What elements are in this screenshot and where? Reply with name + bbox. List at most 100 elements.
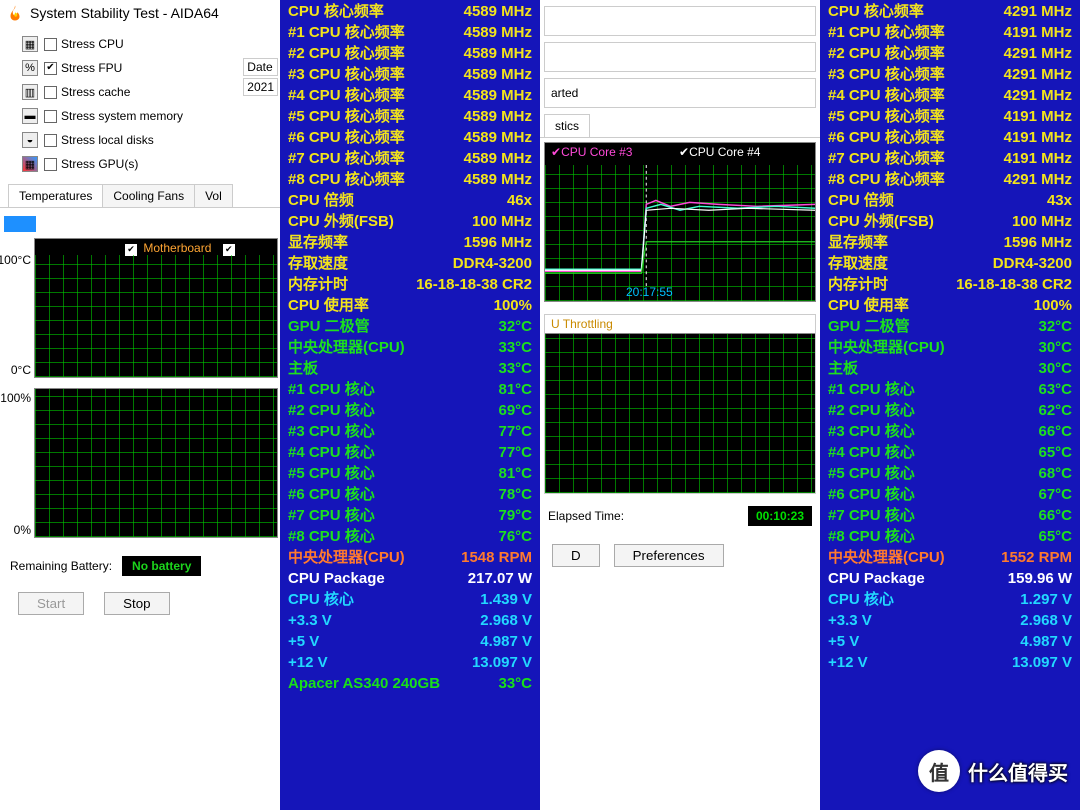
stat-row: 显存频率1596 MHz bbox=[288, 232, 532, 253]
preferences-button[interactable]: Preferences bbox=[614, 544, 724, 567]
stat-row: 中央处理器(CPU)30°C bbox=[828, 337, 1072, 358]
stress-cpu-checkbox[interactable] bbox=[44, 38, 57, 51]
stat-label: +5 V bbox=[828, 631, 986, 652]
stat-label: #5 CPU 核心频率 bbox=[288, 106, 446, 127]
stat-label: 主板 bbox=[288, 358, 446, 379]
stat-row: CPU 核心1.297 V bbox=[828, 589, 1072, 610]
stat-row: CPU 核心频率4291 MHz bbox=[828, 1, 1072, 22]
stat-row: 内存计时16-18-18-38 CR2 bbox=[288, 274, 532, 295]
stat-row: CPU Package217.07 W bbox=[288, 568, 532, 589]
stat-row: #2 CPU 核心频率4589 MHz bbox=[288, 43, 532, 64]
stat-row: #3 CPU 核心66°C bbox=[828, 421, 1072, 442]
date-box: Date 2021 bbox=[243, 58, 278, 98]
stat-row: #1 CPU 核心频率4191 MHz bbox=[828, 22, 1072, 43]
stat-label: 主板 bbox=[828, 358, 986, 379]
stat-row: #1 CPU 核心63°C bbox=[828, 379, 1072, 400]
core4-checkbox[interactable]: ✔ bbox=[679, 145, 689, 159]
sensor-list-item[interactable] bbox=[4, 216, 36, 232]
stat-label: #8 CPU 核心频率 bbox=[828, 169, 986, 190]
stat-label: CPU 外频(FSB) bbox=[828, 211, 986, 232]
start-button[interactable]: Start bbox=[18, 592, 84, 615]
stat-value: 32°C bbox=[446, 316, 532, 337]
stat-value: 69°C bbox=[446, 400, 532, 421]
stat-value: 81°C bbox=[446, 379, 532, 400]
stat-value: 77°C bbox=[446, 442, 532, 463]
stat-value: 79°C bbox=[446, 505, 532, 526]
stat-value: 2.968 V bbox=[986, 610, 1072, 631]
throttling-label: U Throttling bbox=[545, 315, 815, 333]
tab-temperatures[interactable]: Temperatures bbox=[8, 184, 103, 207]
stat-row: 中央处理器(CPU)1552 RPM bbox=[828, 547, 1072, 568]
stat-label: #7 CPU 核心频率 bbox=[288, 148, 446, 169]
stat-value: 30°C bbox=[986, 358, 1072, 379]
remaining-battery-row: Remaining Battery: No battery bbox=[0, 550, 280, 582]
stress-gpu-checkbox[interactable] bbox=[44, 158, 57, 171]
elapsed-value: 00:10:23 bbox=[748, 506, 812, 526]
stress-fpu-checkbox[interactable] bbox=[44, 62, 57, 75]
stat-value: 66°C bbox=[986, 505, 1072, 526]
d-button[interactable]: D bbox=[552, 544, 600, 567]
stat-value: 13.097 V bbox=[986, 652, 1072, 673]
stat-label: #4 CPU 核心 bbox=[828, 442, 986, 463]
memory-icon: ▬ bbox=[22, 108, 38, 124]
tab-cooling-fans[interactable]: Cooling Fans bbox=[102, 184, 195, 207]
stat-label: GPU 二极管 bbox=[288, 316, 446, 337]
top-field-1[interactable] bbox=[544, 6, 816, 36]
stat-value: 4191 MHz bbox=[986, 148, 1072, 169]
stat-value: 100% bbox=[446, 295, 532, 316]
stat-label: #1 CPU 核心频率 bbox=[828, 22, 986, 43]
stat-value: 4589 MHz bbox=[446, 64, 532, 85]
core3-legend: CPU Core #3 bbox=[561, 145, 632, 159]
stat-row: GPU 二极管32°C bbox=[828, 316, 1072, 337]
stat-row: #8 CPU 核心频率4589 MHz bbox=[288, 169, 532, 190]
stat-row: 内存计时16-18-18-38 CR2 bbox=[828, 274, 1072, 295]
stat-row: #7 CPU 核心66°C bbox=[828, 505, 1072, 526]
stat-label: #6 CPU 核心 bbox=[828, 484, 986, 505]
stat-value: 67°C bbox=[986, 484, 1072, 505]
core3-checkbox[interactable]: ✔ bbox=[551, 145, 561, 159]
stat-label: 中央处理器(CPU) bbox=[828, 337, 986, 358]
stress-fpu-row[interactable]: % Stress FPU bbox=[22, 56, 270, 80]
stress-mem-row[interactable]: ▬ Stress system memory bbox=[22, 104, 270, 128]
stat-label: CPU 倍频 bbox=[288, 190, 446, 211]
top-field-2[interactable] bbox=[544, 42, 816, 72]
stat-label: #4 CPU 核心频率 bbox=[828, 85, 986, 106]
stat-label: #8 CPU 核心频率 bbox=[288, 169, 446, 190]
stress-disks-row[interactable]: ◒ Stress local disks bbox=[22, 128, 270, 152]
stat-value: 217.07 W bbox=[446, 568, 532, 589]
stat-label: #7 CPU 核心 bbox=[288, 505, 446, 526]
stat-value: 4291 MHz bbox=[986, 43, 1072, 64]
elapsed-label: Elapsed Time: bbox=[548, 509, 624, 523]
stat-row: 存取速度DDR4-3200 bbox=[288, 253, 532, 274]
stress-cpu-label: Stress CPU bbox=[61, 37, 124, 51]
stat-value: 100 MHz bbox=[446, 211, 532, 232]
stress-disks-checkbox[interactable] bbox=[44, 134, 57, 147]
stress-gpu-row[interactable]: ▦ Stress GPU(s) bbox=[22, 152, 270, 176]
stat-value: 100% bbox=[986, 295, 1072, 316]
stat-value: 100 MHz bbox=[986, 211, 1072, 232]
stress-mem-checkbox[interactable] bbox=[44, 110, 57, 123]
tab-statistics[interactable]: stics bbox=[544, 114, 590, 137]
stress-cache-checkbox[interactable] bbox=[44, 86, 57, 99]
stat-row: #2 CPU 核心69°C bbox=[288, 400, 532, 421]
stop-button[interactable]: Stop bbox=[104, 592, 169, 615]
stat-label: #5 CPU 核心 bbox=[828, 463, 986, 484]
stat-label: +12 V bbox=[828, 652, 986, 673]
stat-row: Apacer AS340 240GB33°C bbox=[288, 673, 532, 694]
stat-row: 中央处理器(CPU)33°C bbox=[288, 337, 532, 358]
stat-row: +3.3 V2.968 V bbox=[288, 610, 532, 631]
stress-cache-row[interactable]: ▥ Stress cache bbox=[22, 80, 270, 104]
motherboard-legend: Motherboard bbox=[143, 241, 211, 255]
stress-cpu-row[interactable]: ▦ Stress CPU bbox=[22, 32, 270, 56]
stat-value: 1548 RPM bbox=[446, 547, 532, 568]
stress-disks-label: Stress local disks bbox=[61, 133, 154, 147]
stat-value: 68°C bbox=[986, 463, 1072, 484]
stat-row: CPU 倍频43x bbox=[828, 190, 1072, 211]
stat-value: 65°C bbox=[986, 526, 1072, 547]
stat-value: 62°C bbox=[986, 400, 1072, 421]
stat-value: 4291 MHz bbox=[986, 169, 1072, 190]
stat-label: 存取速度 bbox=[828, 253, 986, 274]
tab-voltages[interactable]: Vol bbox=[194, 184, 233, 207]
stat-label: CPU 使用率 bbox=[288, 295, 446, 316]
stat-label: +3.3 V bbox=[828, 610, 986, 631]
